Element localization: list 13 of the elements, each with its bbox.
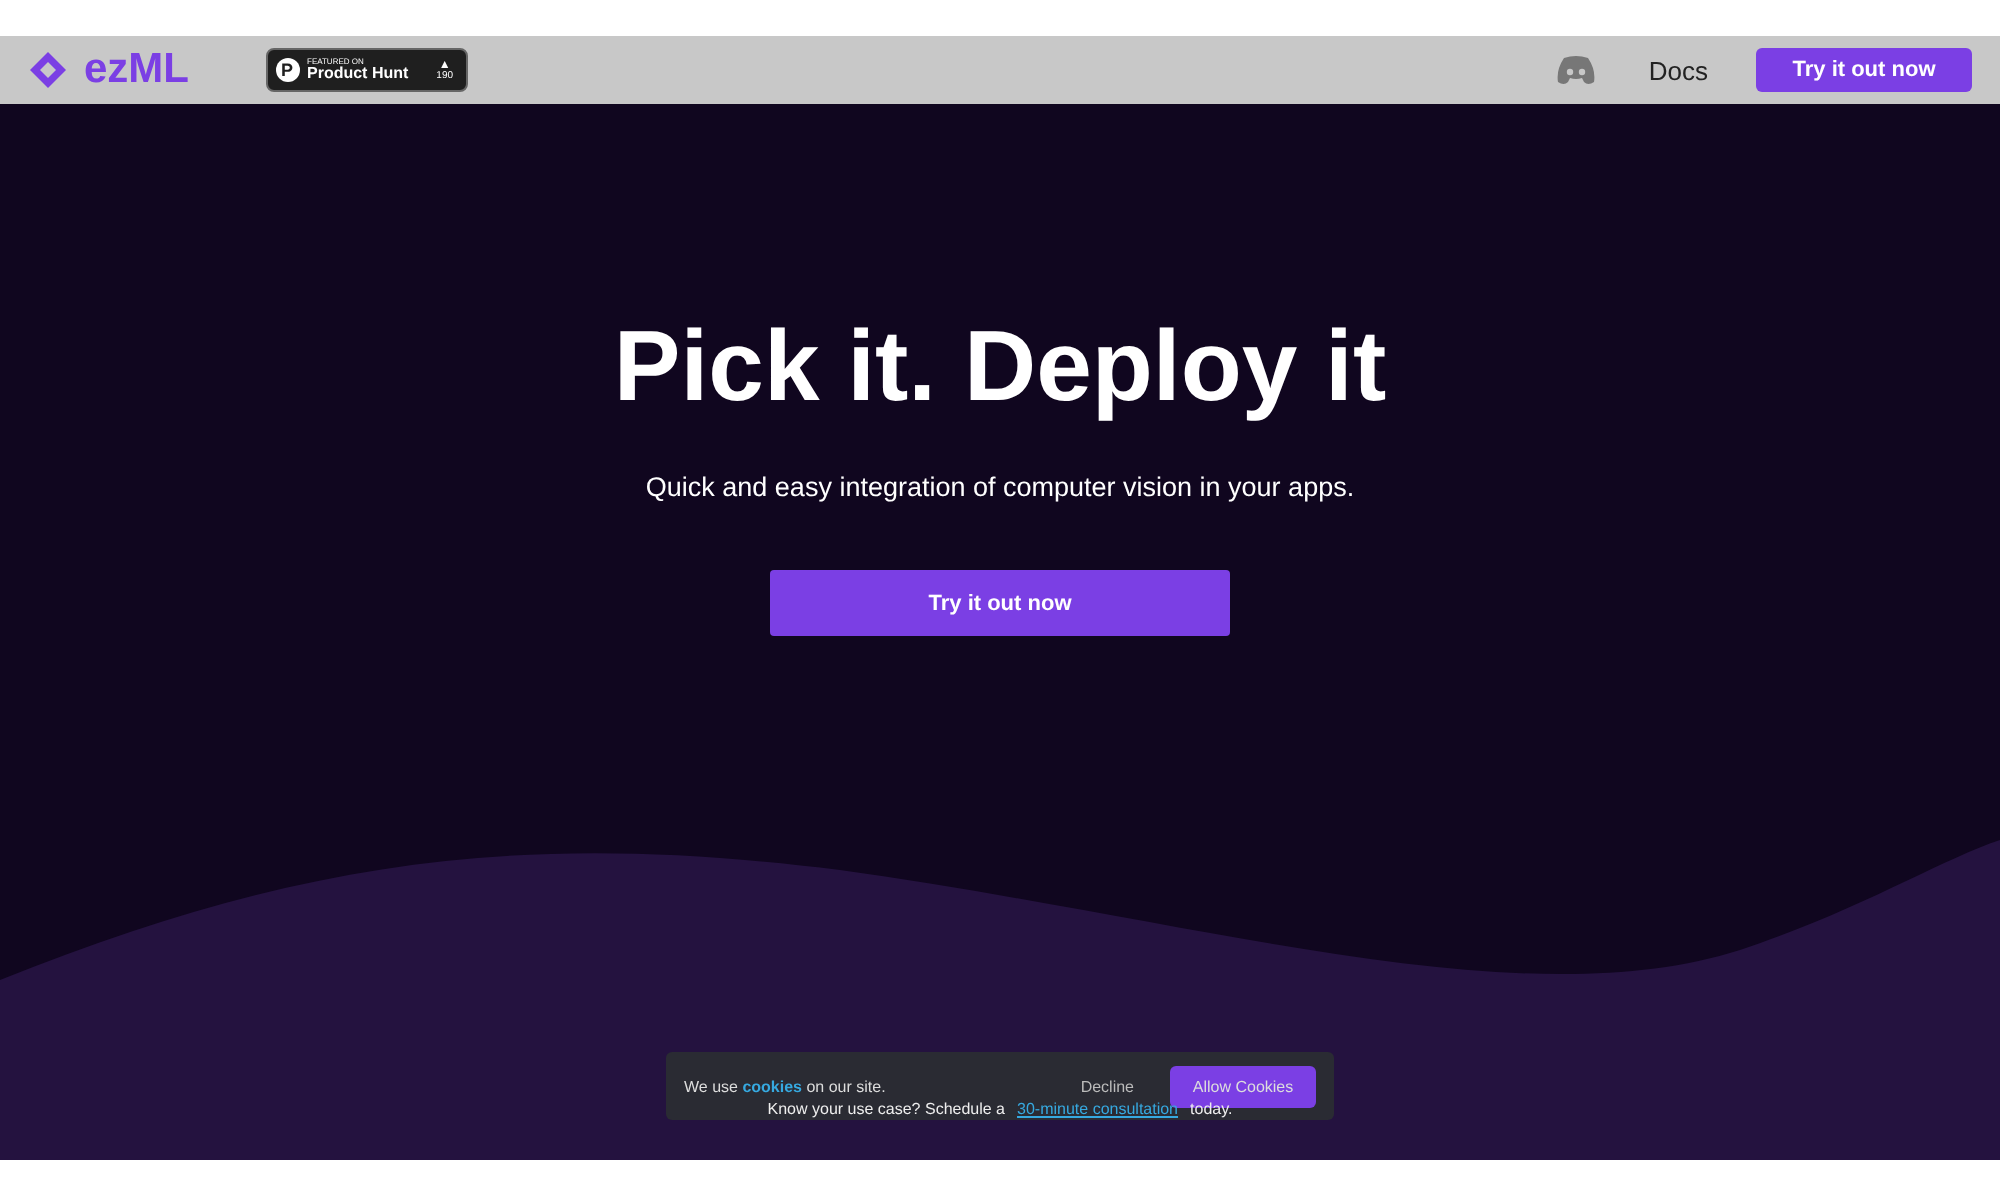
decline-button[interactable]: Decline (1068, 1075, 1146, 1097)
try-button[interactable]: Try it out now (770, 570, 1230, 636)
try-button[interactable]: Try it out now (1756, 48, 1972, 92)
hero-title: Pick it. Deploy it (613, 316, 1387, 416)
badge-name: Product Hunt (307, 66, 409, 82)
chat-controller-icon[interactable] (1556, 55, 1597, 85)
hero-subtitle: Quick and easy integration of computer vision in your apps. (645, 472, 1355, 502)
docs-link[interactable]: Docs (1648, 55, 1708, 85)
logo-text[interactable]: ezML (84, 46, 189, 94)
cookie-notice: We use cookies on our site. (684, 1077, 888, 1095)
badge-letter: P (275, 58, 299, 82)
diamond-logo-icon (28, 50, 68, 90)
consultation-text: Know your use case? Schedule a (767, 1100, 1006, 1118)
